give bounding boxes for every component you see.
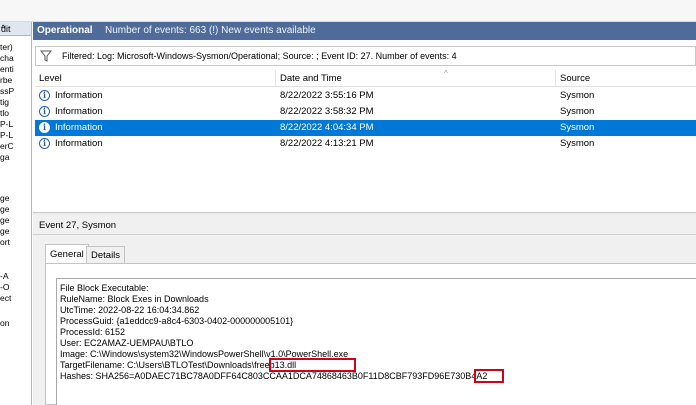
tree-node-label[interactable]: ssP	[0, 86, 14, 97]
tree-node-label[interactable]: erC	[0, 141, 14, 152]
tree-node-label[interactable]: tlo	[0, 108, 9, 119]
general-tab-content: File Block Executable: RuleName: Block Ex…	[45, 263, 696, 405]
detail-line: RuleName: Block Exes in Downloads	[60, 294, 209, 304]
tree-node-label[interactable]: -A	[0, 271, 9, 282]
level-cell: i Information	[39, 90, 103, 102]
tree-node-label[interactable]: P-L	[0, 130, 13, 141]
tree-node-label[interactable]: ge	[0, 193, 9, 204]
detail-line: File Block Executable:	[60, 283, 149, 293]
tree-node-label[interactable]: enti	[0, 64, 14, 75]
information-icon: i	[39, 90, 50, 101]
column-header-date-time[interactable]: Date and Time	[280, 73, 342, 84]
level-text: Information	[55, 106, 103, 117]
table-row[interactable]: i Information 8/22/2022 4:04:34 PM Sysmon	[35, 120, 696, 136]
event-preview-pane: Event 27, Sysmon General Details File Bl…	[33, 215, 696, 405]
event-count-text: Number of events: 663 (!) New events ava…	[105, 25, 316, 36]
information-icon: i	[39, 106, 50, 117]
sort-caret-icon: ^	[444, 69, 448, 78]
tree-node-label[interactable]: ge	[0, 215, 9, 226]
tree-node-label[interactable]: ga	[0, 152, 9, 163]
console-tree-pane[interactable]: dit ^ ter) cha enti rbe ssP tig tlo P-L P-L erC ga…	[0, 22, 32, 405]
table-row[interactable]: i Information 8/22/2022 3:55:16 PM Sysmon	[35, 88, 696, 104]
source-cell: Sysmon	[560, 106, 595, 117]
log-title-bar: Operational Number of events: 663 (!) Ne…	[33, 22, 696, 40]
tree-node-label[interactable]: on	[0, 318, 9, 329]
date-time-cell: 8/22/2022 4:13:21 PM	[280, 138, 374, 149]
level-text: Information	[55, 90, 103, 101]
highlight-box-hash	[474, 369, 504, 383]
column-header-source[interactable]: Source	[560, 73, 590, 84]
event-viewer-main-pane: Operational Number of events: 663 (!) Ne…	[33, 22, 696, 405]
tree-node-label[interactable]: -O	[0, 282, 9, 293]
tree-node-label[interactable]: tig	[0, 97, 9, 108]
detail-line: User: EC2AMAZ-UEMPAU\BTLO	[60, 338, 194, 348]
funnel-icon	[40, 50, 52, 62]
detail-line: Hashes: SHA256=A0DAEC71BC78A0DFF64C803CC…	[60, 371, 488, 381]
column-header-level[interactable]: Level	[39, 73, 62, 84]
source-cell: Sysmon	[560, 90, 595, 101]
level-text: Information	[55, 122, 103, 133]
detail-line: ProcessGuid: {a1eddcc9-a8c4-6303-0402-00…	[60, 316, 294, 326]
tree-node-label[interactable]: ge	[0, 226, 9, 237]
detail-line: UtcTime: 2022-08-22 16:04:34.862	[60, 305, 200, 315]
column-divider[interactable]	[555, 70, 556, 87]
tab-general[interactable]: General	[45, 244, 89, 264]
highlight-box-filename	[269, 358, 356, 372]
level-cell: i Information	[39, 122, 103, 134]
level-text: Information	[55, 138, 103, 149]
date-time-cell: 8/22/2022 4:04:34 PM	[280, 122, 374, 133]
information-icon: i	[39, 122, 50, 133]
tree-header[interactable]: dit ^	[0, 22, 31, 36]
log-name: Operational	[37, 25, 93, 36]
tree-node-label[interactable]: ort	[0, 237, 10, 248]
detail-line: ProcessId: 6152	[60, 327, 126, 337]
table-row[interactable]: i Information 8/22/2022 4:13:21 PM Sysmon	[35, 136, 696, 152]
source-cell: Sysmon	[560, 138, 595, 149]
event-title: Event 27, Sysmon	[39, 220, 117, 231]
tree-node-label[interactable]: ter)	[0, 42, 13, 53]
level-cell: i Information	[39, 138, 103, 150]
tab-details[interactable]: Details	[86, 246, 126, 264]
event-title-bar: Event 27, Sysmon	[33, 215, 696, 235]
tree-node-label[interactable]: rbe	[0, 75, 12, 86]
tree-node-label[interactable]: P-L	[0, 119, 13, 130]
events-grid: Level Date and Time ^ Source i Informatio…	[35, 69, 696, 210]
filter-bar: Filtered: Log: Microsoft-Windows-Sysmon/…	[35, 46, 696, 66]
grid-header: Level Date and Time ^ Source	[35, 69, 696, 87]
table-row[interactable]: i Information 8/22/2022 3:58:32 PM Sysmon	[35, 104, 696, 120]
filter-text: Filtered: Log: Microsoft-Windows-Sysmon/…	[62, 51, 457, 61]
date-time-cell: 8/22/2022 3:55:16 PM	[280, 90, 374, 101]
detail-line: TargetFilename: C:\Users\BTLOTest\Downlo…	[60, 360, 297, 370]
chevron-up-icon[interactable]: ^	[1, 23, 30, 33]
date-time-cell: 8/22/2022 3:58:32 PM	[280, 106, 374, 117]
tree-node-label[interactable]: ge	[0, 204, 9, 215]
tree-node-label[interactable]: cha	[0, 53, 14, 64]
column-divider[interactable]	[275, 70, 276, 87]
event-description-box[interactable]: File Block Executable: RuleName: Block Ex…	[56, 278, 696, 405]
information-icon: i	[39, 138, 50, 149]
level-cell: i Information	[39, 106, 103, 118]
window-top-strip	[0, 0, 696, 22]
tree-node-label[interactable]: ect	[0, 293, 11, 304]
source-cell: Sysmon	[560, 122, 595, 133]
